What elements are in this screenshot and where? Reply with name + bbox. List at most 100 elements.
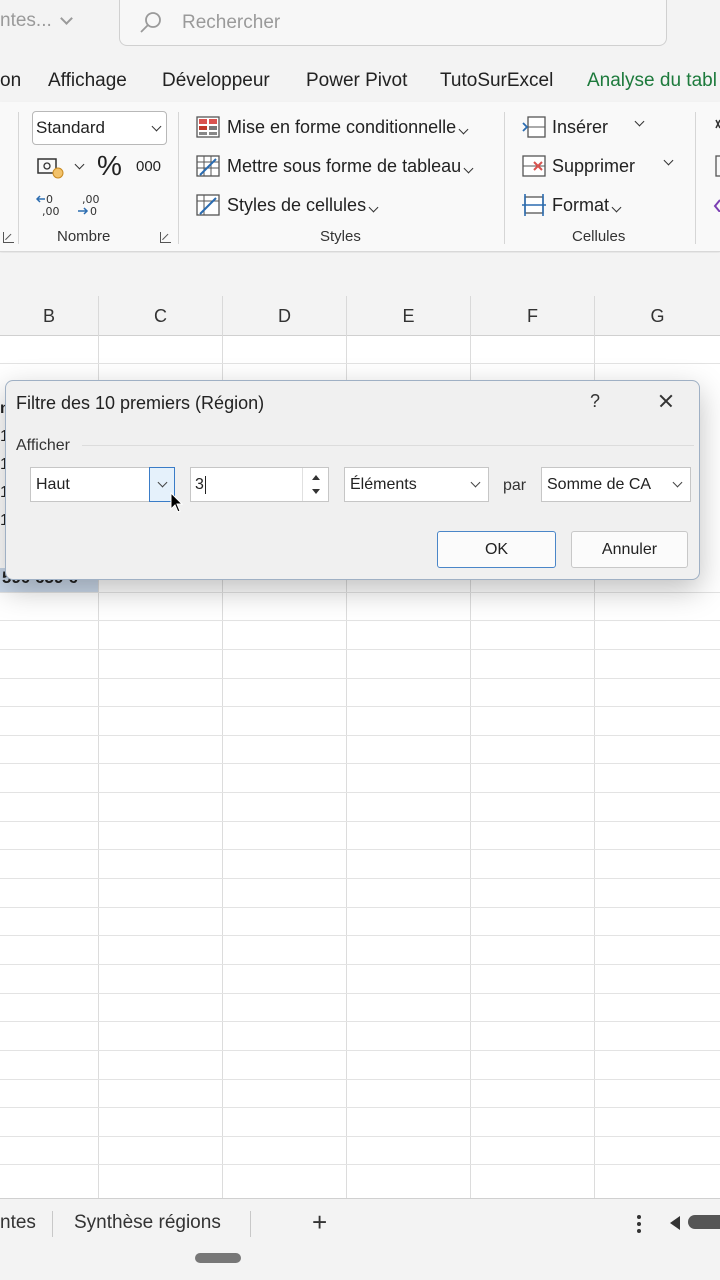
column-header-f[interactable]: F [471,296,595,336]
field-select[interactable]: Somme de CA [541,467,691,502]
section-divider [82,445,694,446]
accounting-format-icon[interactable] [36,154,66,180]
horizontal-scrollbar[interactable] [688,1215,720,1229]
insert-cells-label: Insérer [552,117,609,137]
column-headers: B C D E F G [0,296,720,336]
direction-value: Haut [36,475,70,493]
unit-value: Éléments [350,475,417,493]
increase-decimal-icon[interactable]: 0 ,00 [36,192,64,218]
ribbon: Standard % 000 0 ,00 ,00 0 Nombre Mise e… [0,102,720,252]
search-icon [140,11,161,33]
format-cells-button[interactable]: Format [552,195,622,216]
grid-line [0,878,720,879]
tab-power-pivot[interactable]: Power Pivot [306,70,407,92]
tab-affichage[interactable]: Affichage [48,70,127,92]
thousands-separator-button[interactable]: 000 [136,158,161,175]
ribbon-separator [18,112,19,244]
ok-button[interactable]: OK [437,531,556,568]
grid-line [0,1164,720,1165]
field-dropdown-button[interactable] [664,468,690,501]
conditional-formatting-button[interactable]: Mise en forme conditionnelle [227,117,469,138]
group-label-nombre: Nombre [57,228,111,245]
dialog-launcher-icon[interactable] [160,232,171,243]
insert-cells-icon [522,116,546,138]
conditional-formatting-icon [196,116,220,138]
chevron-down-icon [157,477,167,488]
chevron-down-icon [59,12,73,25]
group-label-cellules: Cellules [572,228,626,245]
format-as-table-button[interactable]: Mettre sous forme de tableau [227,156,474,177]
percent-style-button[interactable]: % [97,150,122,182]
tab-analyse-tableau[interactable]: Analyse du tabl [587,70,717,92]
tab-partial[interactable]: on [0,70,21,92]
chevron-down-icon[interactable] [663,155,674,166]
add-sheet-button[interactable]: + [312,1207,327,1238]
dialog-launcher-icon[interactable] [3,232,14,243]
grid-line [0,678,720,679]
grid-line [0,1021,720,1022]
group-label-styles: Styles [320,228,361,245]
spinner-buttons [302,468,328,501]
ribbon-separator [178,112,179,244]
chevron-down-icon [672,477,682,488]
svg-text:0: 0 [90,205,97,218]
tab-tutosurexcel[interactable]: TutoSurExcel [440,70,553,92]
ribbon-separator [695,112,696,244]
number-format-value: Standard [36,118,105,137]
document-name-label: ntes... [0,10,52,31]
tab-developpeur[interactable]: Développeur [162,70,270,92]
ribbon-tabs: on Affichage Développeur Power Pivot Tut… [0,60,720,102]
spin-down-icon[interactable] [312,489,320,494]
column-header-d[interactable]: D [223,296,347,336]
tab-divider [52,1211,53,1237]
close-icon[interactable] [654,389,678,413]
format-as-table-icon [196,155,220,177]
chevron-down-icon [368,202,379,213]
format-cells-label: Format [552,195,610,215]
number-format-select[interactable]: Standard [32,111,167,145]
grid-line [0,735,720,736]
search-placeholder: Rechercher [182,11,281,33]
more-options-icon[interactable] [637,1215,641,1236]
grid-line [0,1107,720,1108]
delete-cells-button[interactable]: Supprimer [552,156,635,177]
document-name[interactable]: ntes... [0,10,73,32]
format-cells-icon [522,194,546,216]
direction-select[interactable]: Haut [30,467,175,502]
sheet-tab-synthese-regions[interactable]: Synthèse régions [74,1212,221,1234]
grid-line [0,792,720,793]
chevron-down-icon [611,202,622,213]
column-header-c[interactable]: C [99,296,223,336]
cell-styles-button[interactable]: Styles de cellules [227,195,379,216]
column-header-g[interactable]: G [595,296,720,336]
insert-cells-button[interactable]: Insérer [552,117,608,138]
help-button[interactable]: ? [590,391,600,412]
spin-up-icon[interactable] [312,475,320,480]
chevron-down-icon[interactable] [74,159,85,170]
grid-line [0,1050,720,1051]
decrease-decimal-icon[interactable]: ,00 0 [76,192,104,218]
grid-line [0,907,720,908]
column-header-b[interactable]: B [0,296,99,336]
grid-line [0,849,720,850]
chevron-down-icon [151,121,162,131]
chevron-down-icon[interactable] [634,116,645,127]
field-value: Somme de CA [547,475,652,493]
cell-styles-icon [196,194,220,216]
cancel-button[interactable]: Annuler [571,531,688,568]
column-header-e[interactable]: E [347,296,471,336]
unit-dropdown-button[interactable] [462,468,488,501]
count-value: 3 [195,475,204,493]
search-box[interactable]: Rechercher [119,0,667,46]
sheet-tab-previous[interactable]: ntes [0,1212,36,1234]
unit-select[interactable]: Éléments [344,467,489,502]
delete-cells-icon [522,155,546,177]
scroll-left-icon[interactable] [670,1216,680,1230]
home-indicator[interactable] [195,1253,241,1263]
grid-line [0,763,720,764]
formula-bar-gap [0,253,720,296]
grid-line [0,935,720,936]
count-spinner[interactable]: 3 [190,467,329,502]
dialog-title: Filtre des 10 premiers (Région) [16,393,265,413]
title-bar: ntes... Rechercher [0,0,720,56]
